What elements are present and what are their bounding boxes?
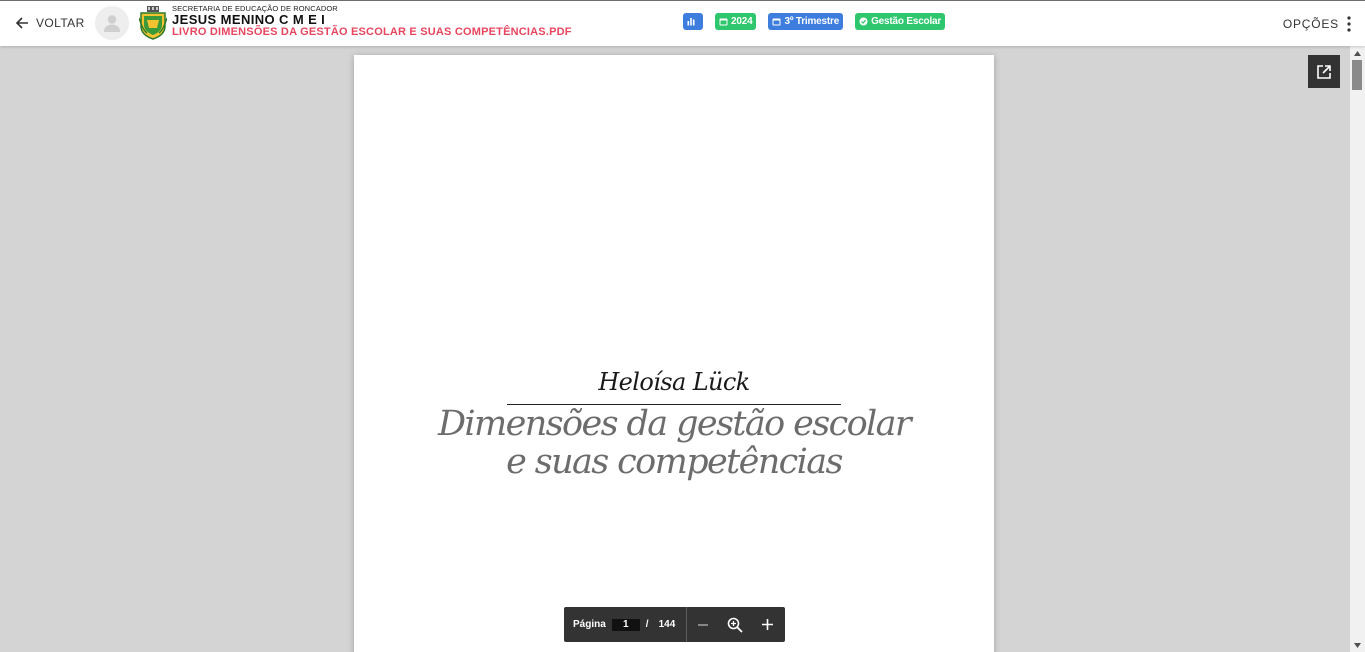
- trimester-badge[interactable]: 3º Trimestre: [768, 13, 844, 30]
- total-pages: 144: [658, 619, 676, 630]
- plus-icon: [761, 619, 773, 630]
- options-label: OPÇÕES: [1282, 17, 1339, 31]
- page-navigation: Página / 144: [564, 607, 675, 642]
- badge-group: 2024 3º Trimestre Gestão Escolar: [683, 13, 946, 30]
- options-menu-button[interactable]: OPÇÕES: [1283, 16, 1351, 32]
- book-title: Dimensões da gestão escolar e suas compe…: [354, 405, 994, 481]
- avatar[interactable]: [95, 6, 129, 40]
- open-external-icon: [1317, 64, 1331, 79]
- file-name: LIVRO DIMENSÕES DA GESTÃO ESCOLAR E SUAS…: [172, 26, 572, 38]
- stats-badge[interactable]: [683, 13, 703, 30]
- pdf-toolbar: Página / 144: [564, 607, 785, 642]
- caret-down-icon: [1354, 642, 1361, 648]
- zoom-out-button[interactable]: [687, 607, 719, 642]
- scrollbar-thumb[interactable]: [1352, 60, 1362, 90]
- trimester-badge-label: 3º Trimestre: [784, 16, 840, 27]
- zoom-in-button[interactable]: [751, 607, 783, 642]
- more-vertical-icon: [1347, 16, 1351, 32]
- scroll-up-button[interactable]: [1350, 46, 1365, 60]
- city-crest-icon: [139, 6, 167, 40]
- user-icon: [104, 15, 120, 32]
- pdf-viewer[interactable]: Heloísa Lück Dimensões da gestão escolar…: [0, 46, 1350, 652]
- back-label: VOLTAR: [36, 16, 85, 30]
- bar-chart-icon: [687, 18, 695, 26]
- book-title-line-1: Dimensões da gestão escolar: [437, 404, 912, 444]
- back-button[interactable]: VOLTAR: [14, 15, 85, 31]
- calendar-icon: [719, 18, 728, 26]
- zoom-icon: [727, 617, 743, 633]
- year-badge-label: 2024: [731, 16, 753, 27]
- vertical-scrollbar[interactable]: [1350, 46, 1365, 652]
- book-title-line-2: e suas competências: [506, 442, 843, 482]
- check-circle-icon: [859, 17, 868, 26]
- page-separator: /: [645, 619, 649, 630]
- top-bar: VOLTAR SECRETARIA DE EDUCAÇÃO DE RONCADO…: [0, 0, 1365, 46]
- year-badge[interactable]: 2024: [715, 13, 757, 30]
- school-name: JESUS MENINO C M E I: [172, 12, 326, 27]
- page-number-input[interactable]: [611, 618, 640, 631]
- fit-zoom-button[interactable]: [719, 607, 751, 642]
- pdf-page: Heloísa Lück Dimensões da gestão escolar…: [354, 55, 994, 652]
- minus-icon: [698, 623, 709, 626]
- scroll-down-button[interactable]: [1350, 638, 1365, 652]
- category-badge[interactable]: Gestão Escolar: [855, 13, 946, 30]
- caret-up-icon: [1354, 50, 1361, 56]
- book-author: Heloísa Lück: [598, 368, 750, 396]
- open-external-button[interactable]: [1308, 55, 1340, 88]
- category-badge-label: Gestão Escolar: [871, 16, 942, 27]
- page-label: Página: [573, 619, 606, 630]
- arrow-left-icon: [15, 17, 28, 29]
- calendar-icon: [772, 18, 781, 26]
